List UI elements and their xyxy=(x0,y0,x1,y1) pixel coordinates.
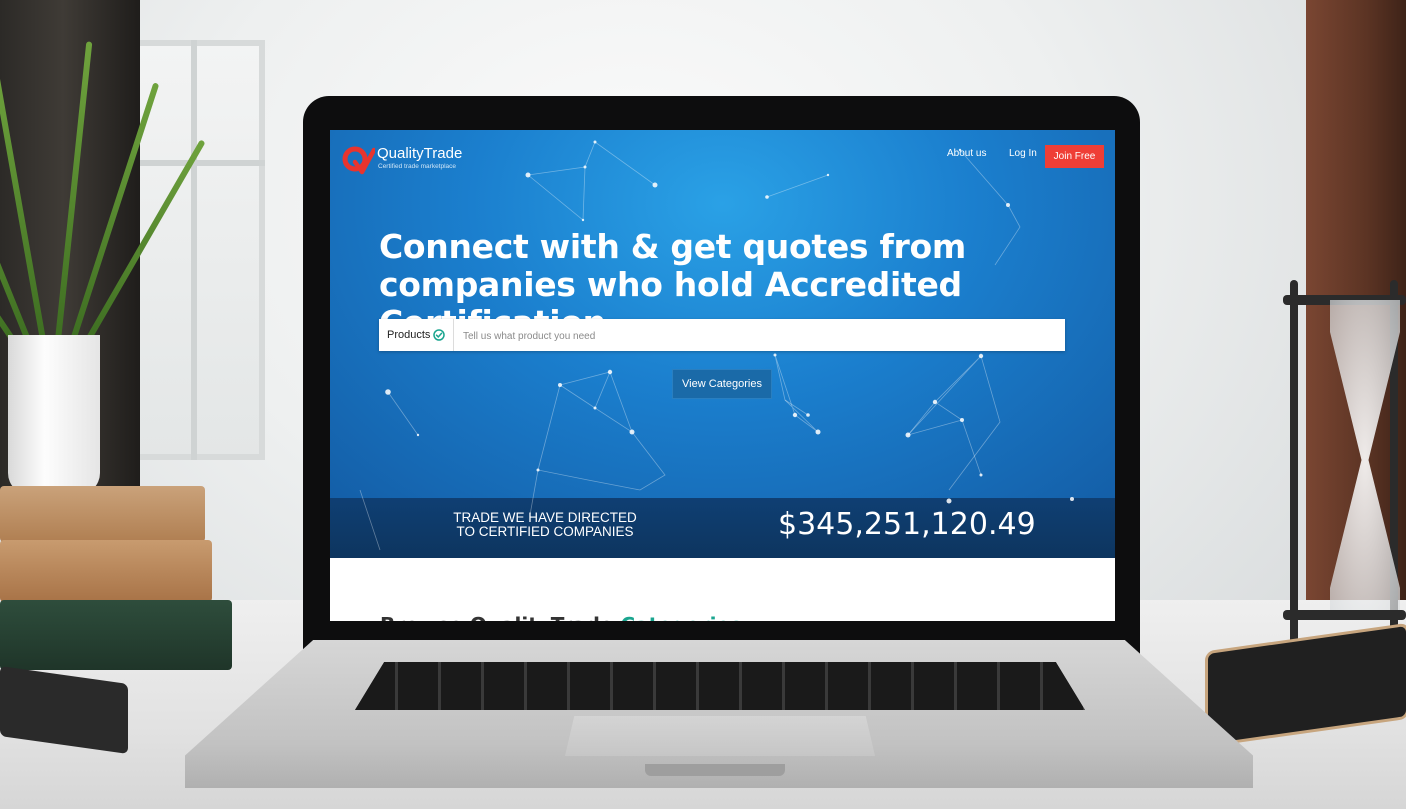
book-bottom xyxy=(0,600,232,670)
brand-tagline: Certified trade marketplace xyxy=(378,163,457,170)
check-circle-icon xyxy=(433,329,445,341)
browse-categories-heading: Browse QualityTrade Categories xyxy=(380,613,742,621)
nav-login-link[interactable]: Log In xyxy=(1009,148,1037,159)
categories-section xyxy=(330,558,1115,621)
join-free-button[interactable]: Join Free xyxy=(1045,145,1104,168)
search-type-selector[interactable]: Products xyxy=(379,319,454,351)
product-search-bar: Products xyxy=(379,319,1065,353)
laptop-keyboard xyxy=(355,662,1085,710)
laptop-notch xyxy=(645,764,785,776)
laptop-trackpad xyxy=(565,716,875,756)
nav-about-link[interactable]: About us xyxy=(947,148,986,159)
product-search-input[interactable] xyxy=(461,319,1055,353)
brand-name[interactable]: QualityTrade xyxy=(377,145,462,162)
browse-heading-prefix: Browse QualityTrade xyxy=(380,613,620,621)
laptop-screen: TRADE WE HAVE DIRECTED TO CERTIFIED COMP… xyxy=(330,130,1115,621)
view-categories-button[interactable]: View Categories xyxy=(672,369,772,399)
search-type-label: Products xyxy=(387,329,431,341)
book-middle xyxy=(0,540,212,602)
qualitytrade-q-logo-icon xyxy=(342,146,375,175)
book-top xyxy=(0,486,205,542)
browse-heading-accent[interactable]: Categories xyxy=(620,613,742,621)
